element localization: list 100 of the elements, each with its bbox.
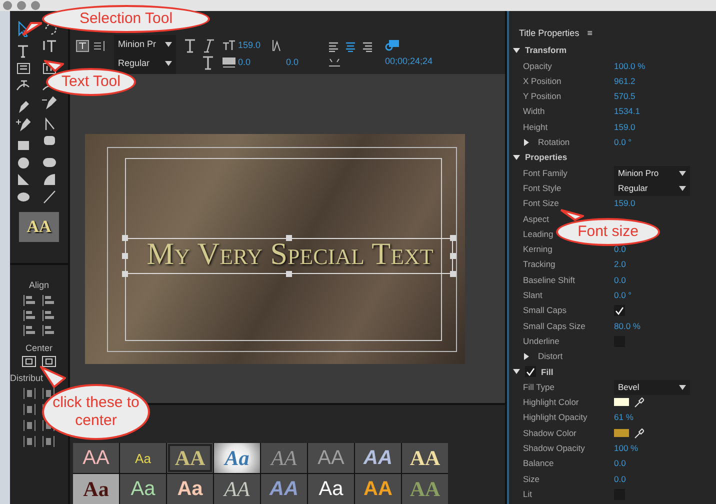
distribute-icon[interactable] — [42, 386, 55, 400]
style-swatch[interactable]: AA — [261, 474, 307, 504]
style-swatch[interactable]: Aa — [308, 474, 354, 504]
font-style-dropdown[interactable]: Regular — [118, 57, 172, 70]
style-swatch[interactable]: AA — [402, 443, 448, 473]
align-left-icon[interactable] — [328, 42, 339, 52]
font-family-dropdown[interactable]: Minion Pr — [118, 38, 172, 51]
style-swatch[interactable]: AA — [73, 443, 119, 473]
property-value[interactable]: 570.5 — [614, 90, 636, 103]
pen-plus-icon[interactable] — [16, 116, 31, 132]
roll-options-icon[interactable] — [93, 40, 106, 52]
expanded-triangle-icon[interactable] — [513, 154, 520, 162]
expanded-triangle-icon[interactable] — [513, 47, 520, 54]
property-value[interactable]: 100 % — [614, 442, 638, 455]
property-value[interactable]: 0.0 — [614, 472, 626, 486]
panel-menu-icon[interactable]: ≡ — [587, 27, 592, 41]
property-dropdown[interactable]: Minion Pro — [614, 166, 690, 181]
minimize-icon[interactable] — [17, 1, 26, 10]
expanded-triangle-icon[interactable] — [513, 368, 520, 376]
center-icon[interactable] — [22, 356, 36, 367]
collapsed-triangle-icon[interactable] — [523, 353, 530, 360]
resize-handle[interactable] — [122, 253, 128, 259]
property-value[interactable]: 61 % — [614, 411, 634, 424]
zoom-icon[interactable] — [31, 1, 40, 10]
property-value[interactable]: 0.0 — [614, 243, 626, 256]
eyedropper-icon[interactable] — [634, 428, 644, 439]
style-swatch[interactable]: Aa — [167, 474, 213, 504]
selection-arrow-icon[interactable] — [16, 21, 31, 37]
align-icon[interactable] — [23, 324, 36, 336]
resize-handle[interactable] — [122, 271, 128, 277]
property-value[interactable]: 0.0 — [614, 457, 626, 470]
pen-icon[interactable] — [16, 99, 31, 115]
property-label: Highlight Color — [523, 396, 579, 409]
property-dropdown[interactable]: Bevel — [614, 380, 690, 395]
property-label: Opacity — [523, 60, 552, 72]
timecode-value[interactable]: 00;00;24;24 — [385, 55, 433, 69]
checkbox[interactable] — [525, 366, 536, 378]
property-value[interactable]: 0.0 ° — [614, 289, 632, 302]
collapsed-triangle-icon[interactable] — [523, 138, 530, 146]
style-swatch[interactable]: AA — [167, 443, 213, 473]
property-value[interactable]: 159.0 — [614, 197, 636, 210]
underline-type-icon[interactable] — [202, 56, 214, 70]
italic-type-icon[interactable] — [202, 38, 214, 52]
resize-handle[interactable] — [286, 235, 292, 241]
property-value[interactable]: 100.0 % — [614, 60, 646, 72]
align-right-icon[interactable] — [362, 42, 373, 52]
resize-handle[interactable] — [450, 253, 456, 259]
checkbox[interactable] — [614, 305, 625, 316]
property-value[interactable]: 0.0 ° — [614, 136, 632, 149]
property-value[interactable]: 1534.1 — [614, 105, 640, 118]
type-tool-icon[interactable] — [16, 43, 31, 59]
eyedropper-icon[interactable] — [634, 396, 644, 408]
align-icon[interactable] — [23, 294, 36, 306]
vertical-area-type-icon[interactable] — [42, 60, 56, 76]
style-swatch[interactable]: AA — [402, 474, 448, 504]
template-icon[interactable] — [76, 40, 89, 52]
kerning-value[interactable]: 0.0 — [238, 56, 272, 70]
resize-handle[interactable] — [286, 271, 292, 277]
align-icon[interactable] — [23, 308, 36, 322]
property-value[interactable]: 159.0 — [614, 120, 636, 134]
property-label: Aspect — [523, 212, 549, 226]
align-icon[interactable] — [42, 308, 55, 322]
style-swatch[interactable]: AA — [355, 443, 401, 473]
style-swatch[interactable]: Aa — [214, 443, 260, 473]
property-dropdown[interactable]: Regular — [614, 180, 690, 196]
color-swatch[interactable] — [614, 429, 629, 438]
arc-icon[interactable] — [42, 172, 56, 188]
style-preview: AA — [19, 212, 59, 242]
close-icon[interactable] — [3, 1, 12, 10]
align-center-icon[interactable] — [345, 42, 356, 52]
align-icon[interactable] — [42, 324, 55, 336]
line-icon[interactable] — [42, 189, 56, 205]
pen-minus-icon[interactable] — [42, 94, 56, 110]
tracking-value[interactable]: 0.0 — [286, 56, 314, 70]
style-swatch[interactable]: AA — [308, 443, 354, 473]
property-value[interactable]: 0.0 — [614, 274, 626, 286]
background-video-icon[interactable] — [385, 39, 399, 52]
style-swatch[interactable]: Aa — [120, 474, 166, 504]
style-swatch[interactable]: Aa — [120, 443, 166, 473]
color-swatch[interactable] — [614, 398, 629, 406]
resize-handle[interactable] — [450, 271, 456, 277]
area-type-icon[interactable] — [16, 60, 31, 76]
bold-type-icon[interactable] — [184, 38, 196, 52]
property-value[interactable]: 2.0 — [614, 258, 626, 272]
center-icon[interactable] — [42, 356, 56, 367]
wedge-icon[interactable] — [16, 172, 31, 188]
style-swatch[interactable]: AA — [214, 474, 260, 504]
style-swatch[interactable]: AA — [261, 443, 307, 473]
style-swatch[interactable]: AA — [355, 474, 401, 504]
align-icon[interactable] — [42, 294, 55, 306]
font-size-value[interactable]: 159.0 — [238, 38, 272, 52]
title-text[interactable]: My Very Special Text — [125, 236, 455, 272]
circle-icon[interactable] — [16, 155, 31, 171]
style-swatch[interactable]: Aa — [73, 474, 119, 504]
resize-handle[interactable] — [450, 235, 456, 241]
vertical-type-icon[interactable] — [42, 38, 56, 54]
resize-handle[interactable] — [122, 235, 128, 241]
property-value[interactable]: 961.2 — [614, 74, 636, 88]
property-value[interactable]: 80.0 % — [614, 320, 640, 332]
tab-stops-icon[interactable] — [328, 58, 341, 66]
